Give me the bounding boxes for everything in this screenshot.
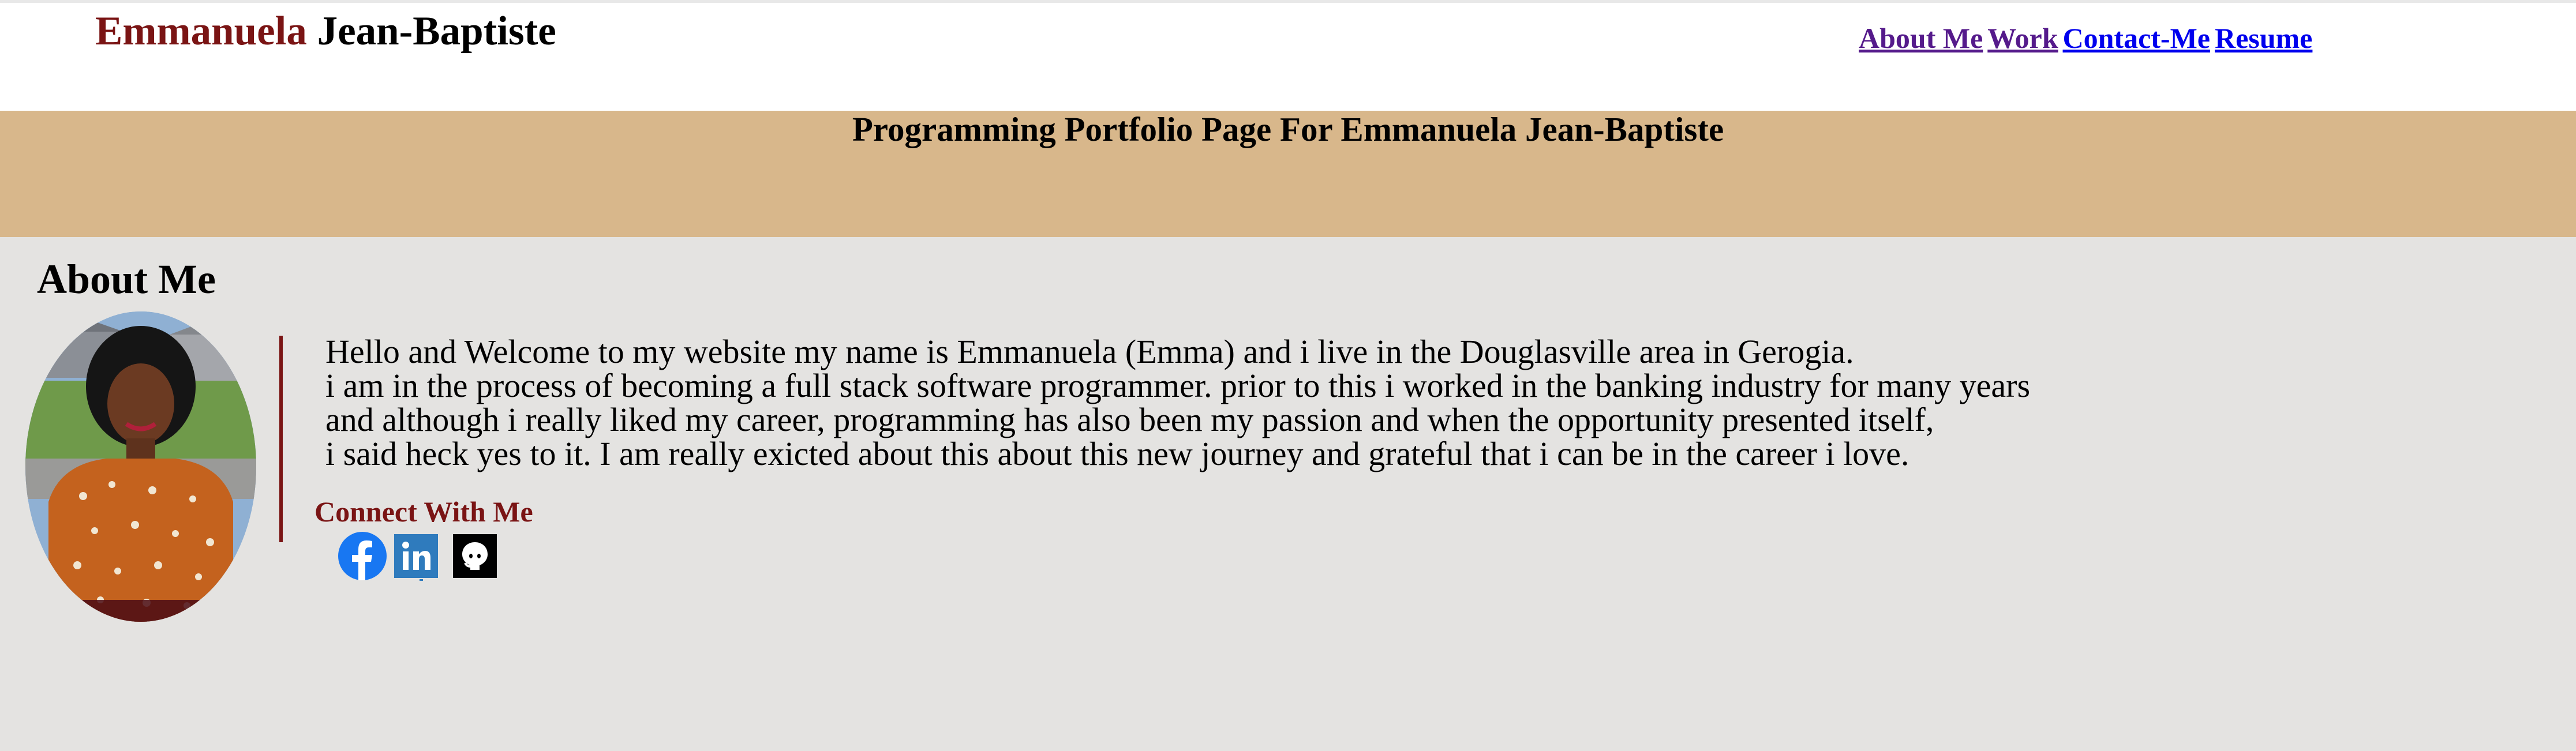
site-title-last-name: Jean-Baptiste [317, 9, 556, 54]
site-title-first-name: Emmanuela [95, 9, 307, 54]
about-bio: Hello and Welcome to my website my name … [325, 335, 2030, 471]
bio-line: and although i really liked my career, p… [325, 401, 1934, 438]
banner-title: Programming Portfolio Page For Emmanuela… [852, 110, 1724, 148]
bio-line: i am in the process of becoming a full s… [325, 367, 2031, 404]
nav-link-contact-me[interactable]: Contact-Me [2063, 22, 2210, 54]
bio-line: Hello and Welcome to my website my name … [325, 333, 1854, 370]
nav-link-about-me[interactable]: About Me [1859, 22, 1983, 54]
github-icon [453, 534, 497, 578]
site-header: Emmanuela Jean-Baptiste About Me Work Cont… [0, 3, 2576, 111]
main-nav: About Me Work Contact-Me Resume [1859, 24, 2317, 52]
github-link[interactable] [453, 534, 497, 578]
linkedin-icon [394, 534, 438, 581]
site-title: Emmanuela Jean-Baptiste [95, 11, 556, 52]
connect-heading: Connect With Me [314, 495, 533, 528]
hero-banner: Programming Portfolio Page For Emmanuela… [0, 111, 2576, 237]
bio-line: i said heck yes to it. I am really exict… [325, 435, 1909, 472]
facebook-icon [338, 532, 387, 580]
profile-photo [25, 311, 256, 622]
facebook-link[interactable] [337, 532, 388, 580]
linkedin-link[interactable] [394, 534, 438, 581]
vertical-divider [279, 336, 283, 542]
about-heading: About Me [37, 256, 216, 302]
profile-photo-image [25, 311, 256, 622]
nav-link-work[interactable]: Work [1987, 22, 2058, 54]
nav-link-resume[interactable]: Resume [2215, 22, 2312, 54]
